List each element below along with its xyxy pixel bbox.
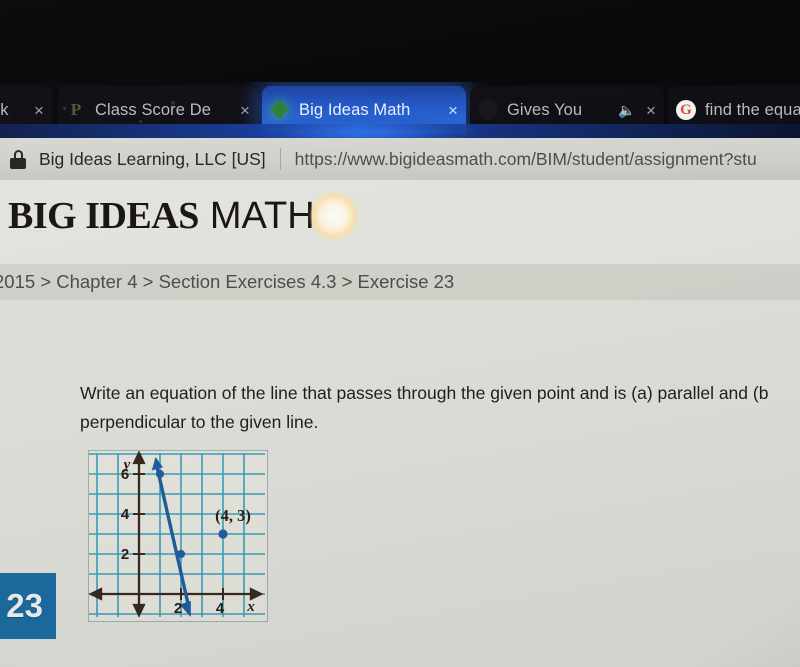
close-icon[interactable]: × [448, 102, 458, 119]
browser-tab-0[interactable]: ek × [0, 86, 52, 134]
y-tick-label-4: 4 [121, 506, 130, 523]
x-tick-label-2: 2 [174, 600, 182, 617]
y-tick-label-6: 6 [121, 466, 129, 483]
graph-svg: y x 6 4 2 2 4 (4, 3) [89, 451, 265, 619]
photographed-screen: ek × P Class Score De × Big Ideas Math ×… [0, 0, 800, 667]
big-ideas-math-logo[interactable]: BIG IDEAS MATH [8, 194, 315, 238]
point-annotation-label: (4, 3) [215, 506, 251, 525]
green-diamond-favicon [270, 100, 290, 120]
close-icon[interactable]: × [34, 102, 44, 119]
tab-label: ek [0, 100, 9, 119]
close-icon[interactable]: × [646, 102, 656, 119]
x-tick-label-4: 4 [216, 600, 225, 617]
lock-icon [10, 149, 26, 169]
mute-speaker-icon[interactable]: 🔈 [618, 102, 636, 119]
graph-given-point-marker [218, 529, 228, 539]
tab-label: Gives You [507, 100, 583, 119]
browser-tab-3[interactable]: Gives You 🔈 × [470, 86, 664, 134]
browser-tab-strip: ek × P Class Score De × Big Ideas Math ×… [0, 82, 800, 134]
google-favicon: G [676, 100, 696, 120]
browser-tab-2[interactable]: Big Ideas Math × [262, 86, 466, 134]
exercise-number-badge: 23 [0, 573, 56, 639]
browser-tab-4[interactable]: G find the equa [668, 86, 800, 134]
x-axis-label: x [246, 599, 255, 615]
site-identity-label: Big Ideas Learning, LLC [US] [39, 148, 266, 169]
breadcrumb-bar: 2015 > Chapter 4 > Section Exercises 4.3… [0, 264, 800, 300]
question-prompt: Write an equation of the line that passe… [80, 383, 769, 432]
coordinate-graph-figure: y x 6 4 2 2 4 (4, 3) [88, 450, 268, 622]
graph-point-marker [176, 549, 186, 559]
site-header: BIG IDEAS MATH [0, 180, 800, 264]
close-icon[interactable]: × [240, 102, 250, 119]
url-text[interactable]: https://www.bigideasmath.com/BIM/student… [295, 149, 757, 170]
omnibox[interactable]: Big Ideas Learning, LLC [US] https://www… [0, 138, 800, 180]
logo-primary-text: BIG IDEAS [8, 195, 199, 237]
graph-point-marker [155, 469, 165, 479]
tab-label: find the equa [705, 100, 800, 119]
y-tick-label-2: 2 [121, 546, 129, 563]
tab-label: Big Ideas Math [299, 100, 411, 119]
browser-tab-1[interactable]: P Class Score De × [58, 86, 258, 134]
omnibox-divider [279, 148, 281, 170]
logo-secondary-text: MATH [209, 195, 315, 237]
tab-label: Class Score De [95, 100, 212, 119]
breadcrumb[interactable]: 2015 > Chapter 4 > Section Exercises 4.3… [0, 271, 454, 293]
letter-p-favicon: P [70, 100, 82, 119]
dark-favicon [478, 100, 498, 120]
